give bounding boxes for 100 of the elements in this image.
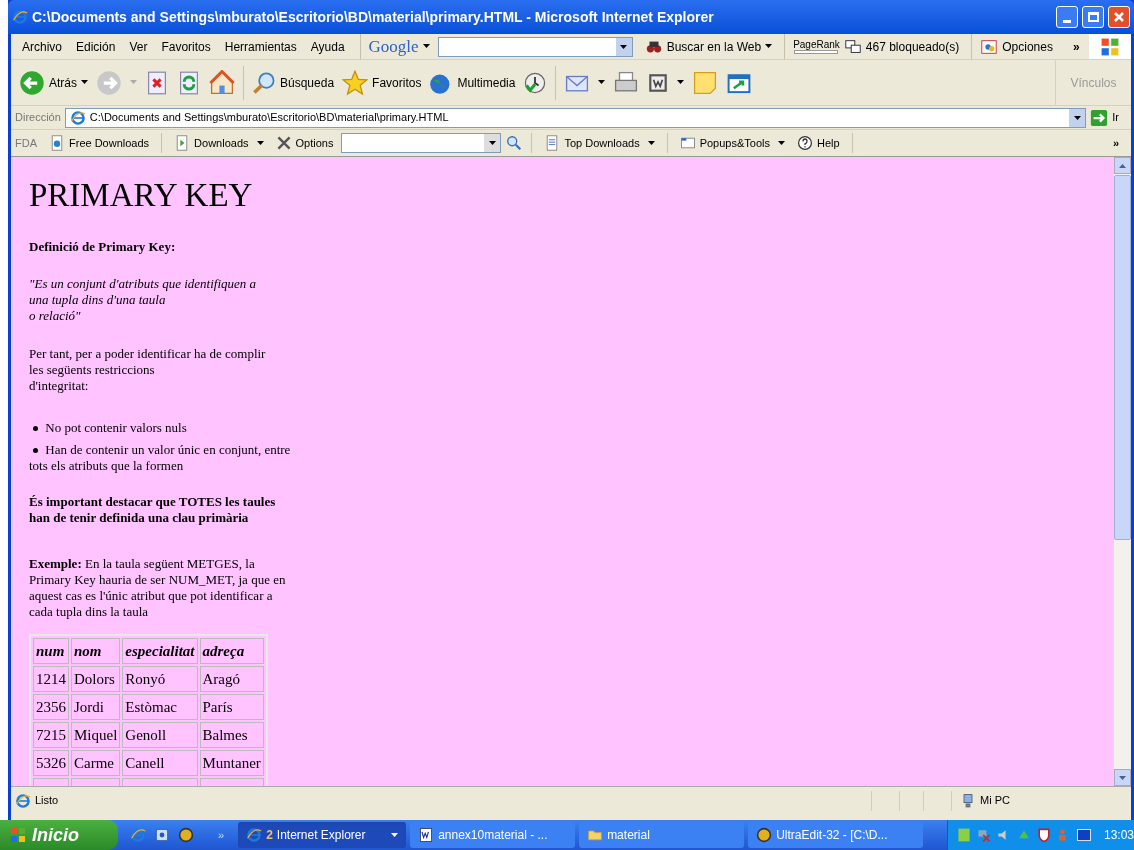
table-cell: Carme: [71, 750, 121, 776]
important-note: És important destacar que TOTES les taules han de tenir definida una clau primària: [29, 494, 277, 526]
home-icon: [209, 69, 235, 96]
stop-icon: [145, 70, 169, 95]
options-icon: [980, 37, 999, 56]
history-icon: [523, 70, 548, 95]
google-logo[interactable]: Google: [368, 34, 419, 60]
close-button[interactable]: [1108, 6, 1130, 28]
folder-icon: [587, 827, 604, 843]
search-button[interactable]: Búsqueda: [252, 70, 335, 95]
windows-flag-icon: [8, 825, 28, 845]
window-title: C:\Documents and Settings\mburato\Escritorio\BD\material\primary.HTML - Microsoft Internet Explorer: [32, 7, 715, 27]
table-cell: Genoll: [122, 722, 198, 748]
toolbar-button[interactable]: Free Downloads: [45, 134, 154, 152]
toolbar-button[interactable]: Help: [793, 134, 844, 152]
caret-icon: [647, 140, 655, 145]
bullet-item: Han de contenir un valor únic en conjunt, entre tots els atributs que la formen: [29, 442, 292, 474]
caret-icon: [620, 44, 628, 49]
browser-icon: [12, 9, 28, 25]
maximize-button[interactable]: [1082, 6, 1104, 28]
search-combo[interactable]: [341, 133, 502, 153]
page-icon: [69, 109, 86, 126]
tray-icon: [1075, 827, 1092, 843]
note-icon: [692, 69, 719, 96]
table-cell: Muntaner: [199, 750, 264, 776]
windows-icon: [843, 37, 862, 56]
pagerank-bar: [794, 50, 839, 54]
menu-item[interactable]: Ayuda: [303, 37, 352, 56]
tools-icon: [275, 135, 292, 151]
go-button[interactable]: Ir: [1090, 108, 1127, 127]
popup-blocker-button[interactable]: 467 bloqueado(s): [843, 37, 960, 56]
toolbar-button[interactable]: Popups&Tools: [675, 134, 789, 152]
table-cell: París: [199, 694, 264, 720]
overflow-chevron[interactable]: »: [1112, 134, 1119, 152]
paragraph: Per tant, per a poder identificar ha de complir les següents restriccions d'integritat:: [29, 346, 267, 394]
shield-icon: [1035, 827, 1052, 843]
table-cell: Miquel: [71, 722, 121, 748]
caret-icon: [765, 44, 773, 49]
caret-icon: [1119, 163, 1126, 168]
caret-icon: [391, 832, 399, 837]
bullet-item: No pot contenir valors nuls: [29, 420, 294, 436]
table-cell: Jordi: [71, 694, 121, 720]
refresh-icon: [177, 70, 201, 95]
taskbar-button[interactable]: material: [579, 822, 745, 848]
computer-icon: [960, 792, 976, 809]
pagerank-label: PageRank: [793, 39, 840, 50]
caret-icon: [1119, 775, 1126, 780]
favorites-button[interactable]: Favoritos: [342, 69, 422, 96]
address-field[interactable]: C:\Documents and Settings\mburato\Escritorio\BD\material\primary.HTML: [64, 107, 1087, 128]
ue-icon: [178, 827, 194, 843]
outlook-icon: [154, 827, 170, 843]
table-cell: Ronyó: [122, 666, 198, 692]
definition-heading: Definició de Primary Key:: [29, 239, 177, 255]
star-icon: [342, 69, 369, 96]
menu-item[interactable]: Ver: [122, 37, 155, 56]
page-icon: [15, 792, 31, 809]
network-icon: [975, 827, 992, 843]
back-button[interactable]: Atrás: [19, 69, 88, 96]
caret-icon: [778, 140, 785, 145]
menu-item[interactable]: Favoritos: [154, 37, 218, 56]
column-header: adreça: [199, 638, 264, 664]
menu-item[interactable]: Archivo: [15, 37, 69, 56]
caret-icon: [488, 141, 496, 145]
scrollbar[interactable]: [1114, 157, 1131, 786]
table-cell: Canell: [122, 750, 198, 776]
caret-icon: [130, 80, 137, 85]
document-icon: [418, 827, 435, 843]
start-button[interactable]: Inicio: [0, 820, 118, 850]
browser-icon: [130, 827, 146, 843]
taskbar-button[interactable]: UltraEdit-32 - [C:\D...: [748, 822, 924, 848]
taskbar-button[interactable]: 2 Internet Explorer: [238, 822, 407, 848]
ue-icon: [756, 827, 773, 843]
table-cell: Estòmac: [122, 694, 198, 720]
toolbar-button[interactable]: Top Downloads: [540, 134, 659, 152]
table-cell: 1214: [33, 666, 69, 692]
overflow-chevron[interactable]: »: [1072, 37, 1080, 56]
close-icon: [1113, 11, 1125, 23]
toolbar-label: FDA: [15, 135, 37, 151]
column-header: nom: [71, 638, 121, 664]
google-options-button[interactable]: Opciones: [980, 37, 1053, 56]
menu-item[interactable]: Edición: [69, 37, 123, 56]
web-search-button[interactable]: Buscar en la Web: [644, 37, 773, 56]
help-icon: [797, 135, 813, 151]
page-heading: PRIMARY KEY: [29, 176, 254, 215]
caret-icon: [1073, 115, 1081, 120]
media-button[interactable]: Multimedia: [429, 70, 516, 95]
taskbar-button[interactable]: annex10material - ...: [410, 822, 576, 848]
toolbar-button[interactable]: Options: [271, 134, 338, 152]
example-paragraph: Exemple: En la taula següent METGES, la Primary Key hauria de ser NUM_MET, ja que en aquest cas es l'únic atribut que pot identificar a cada tupla dins la taula: [29, 556, 287, 620]
minimize-button[interactable]: [1056, 6, 1078, 28]
table-cell: 5326: [33, 750, 69, 776]
table-cell: Balmes: [199, 722, 264, 748]
clock: 13:03: [1103, 827, 1134, 844]
overflow-chevron[interactable]: »: [218, 826, 225, 844]
table-cell: 2356: [33, 694, 69, 720]
column-header: especialitat: [122, 638, 198, 664]
toolbar-button[interactable]: Downloads: [170, 134, 268, 152]
tray-icon: [955, 827, 972, 843]
google-search-field[interactable]: [437, 36, 633, 57]
menu-item[interactable]: Herramientas: [217, 37, 304, 56]
